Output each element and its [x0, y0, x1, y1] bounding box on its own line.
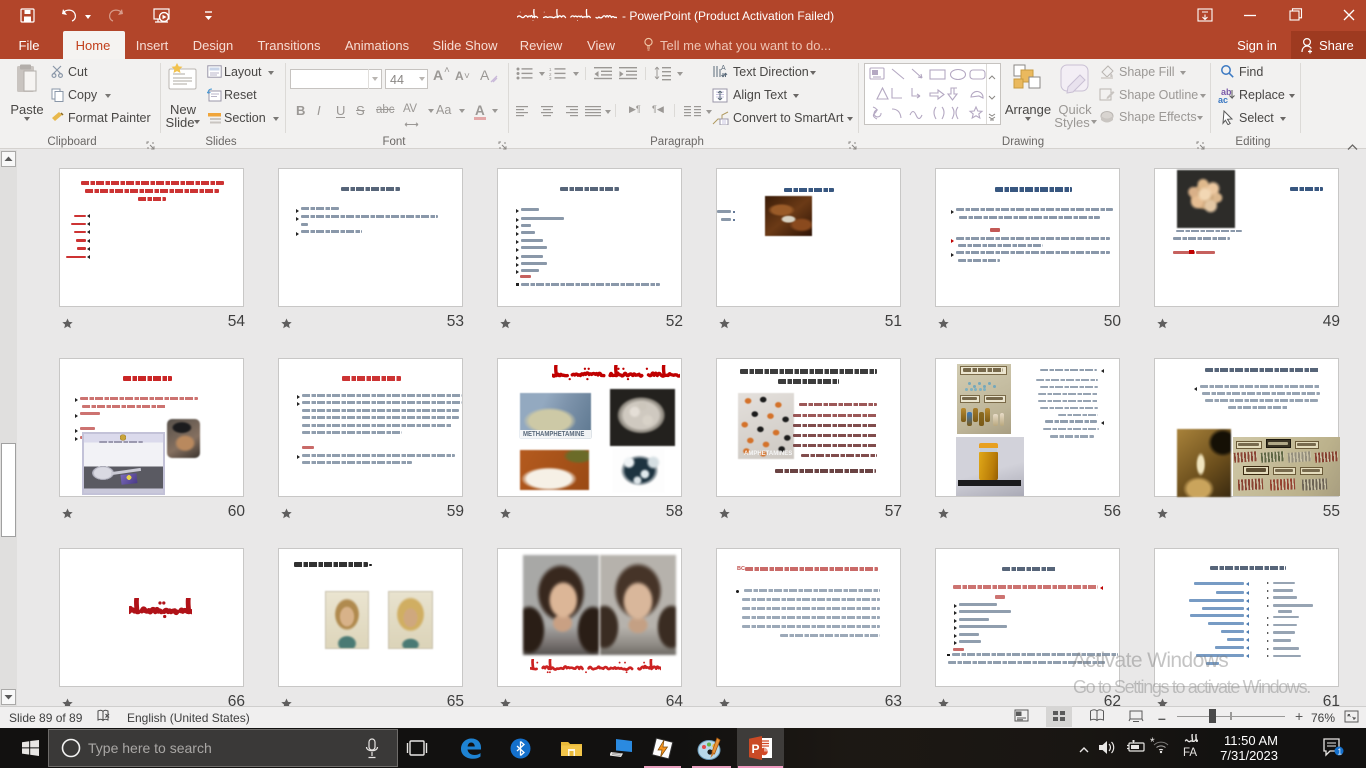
svg-text:A: A [721, 65, 726, 72]
svg-text:1: 1 [1338, 748, 1343, 757]
svg-text:ac: ac [1218, 95, 1228, 104]
svg-text:P: P [752, 742, 760, 756]
svg-text:3: 3 [549, 76, 552, 80]
